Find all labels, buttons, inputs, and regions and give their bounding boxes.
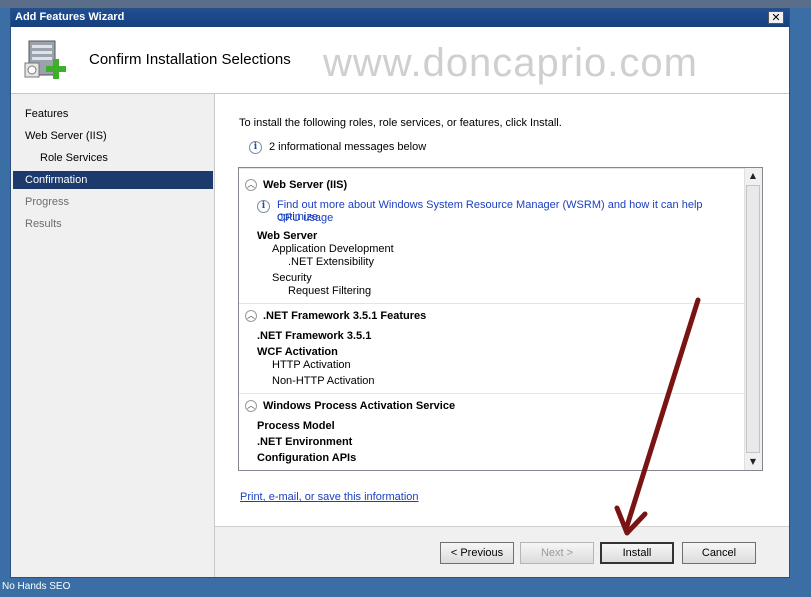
wizard-window: Add Features Wizard ✕ Confirm Installati… [10,8,790,578]
window-title: Add Features Wizard [15,11,125,23]
section-header-web-server[interactable]: ︿ Web Server (IIS) [245,178,740,194]
nav-item-web-server[interactable]: Web Server (IIS) [25,130,107,142]
collapse-chevron-icon[interactable]: ︿ [245,400,257,412]
section-title: Windows Process Activation Service [263,400,456,412]
wizard-content: To install the following roles, role ser… [215,94,789,577]
section-divider [239,303,745,304]
nav-item-features[interactable]: Features [25,108,68,120]
desktop-icon-label[interactable]: No Hands SEO [2,581,70,592]
intro-text: To install the following roles, role ser… [239,117,562,129]
page-title: Confirm Installation Selections [89,51,291,68]
collapse-chevron-icon[interactable]: ︿ [245,310,257,322]
nav-item-results: Results [25,218,62,230]
wizard-steps-nav: Features Web Server (IIS) Role Services … [11,94,215,577]
desktop-background-bottom [0,578,811,597]
vertical-scrollbar[interactable]: ▲ ▼ [744,168,762,470]
desktop-background-top [0,0,811,8]
nav-item-progress: Progress [25,196,70,208]
list-item: Web Server [257,230,318,242]
scroll-down-arrow-icon[interactable]: ▼ [745,454,761,470]
section-title: Web Server (IIS) [263,179,348,191]
wsrm-info-link[interactable]: Find out more about Windows System Resou… [277,199,745,223]
list-item: .NET Extensibility [288,256,374,268]
nav-item-confirmation[interactable]: Confirmation [25,174,87,186]
list-item: Application Development [272,243,394,255]
info-icon: i [249,141,262,154]
server-add-feature-icon [24,40,66,79]
list-item: Request Filtering [288,285,372,297]
watermark-text: www.doncaprio.com [323,41,698,85]
section-header-net-framework[interactable]: ︿ .NET Framework 3.5.1 Features [245,309,740,325]
print-email-save-link[interactable]: Print, e-mail, or save this information [240,491,419,503]
wizard-header: Confirm Installation Selections www.donc… [11,27,789,94]
list-item: Process Model [257,420,335,432]
section-header-wpas[interactable]: ︿ Windows Process Activation Service [245,399,740,415]
scroll-up-arrow-icon[interactable]: ▲ [745,168,761,184]
close-button[interactable]: ✕ [768,11,784,24]
nav-item-role-services[interactable]: Role Services [40,152,108,164]
previous-button[interactable]: < Previous [440,542,514,564]
info-message-count: 2 informational messages below [269,141,427,153]
section-title: .NET Framework 3.5.1 Features [263,310,427,322]
install-button[interactable]: Install [600,542,674,564]
list-item: .NET Framework 3.5.1 [257,330,372,342]
section-divider [239,393,745,394]
list-item: Non-HTTP Activation [272,375,375,387]
list-item: HTTP Activation [272,359,351,371]
wsrm-info-link-continued[interactable]: CPU usage [277,212,333,224]
cancel-button[interactable]: Cancel [682,542,756,564]
collapse-chevron-icon[interactable]: ︿ [245,179,257,191]
selections-listbox[interactable]: ︿ Web Server (IIS) i Find out more about… [238,167,763,471]
close-icon: ✕ [771,11,781,24]
list-item: Configuration APIs [257,452,357,464]
section-divider [239,168,745,169]
scroll-thumb[interactable] [746,185,760,453]
selections-list: ︿ Web Server (IIS) i Find out more about… [239,168,745,470]
list-item: WCF Activation [257,346,338,358]
info-icon: i [257,200,270,213]
list-item: Security [272,272,312,284]
next-button: Next > [520,542,594,564]
title-bar[interactable]: Add Features Wizard ✕ [11,9,789,27]
list-item: .NET Environment [257,436,353,448]
